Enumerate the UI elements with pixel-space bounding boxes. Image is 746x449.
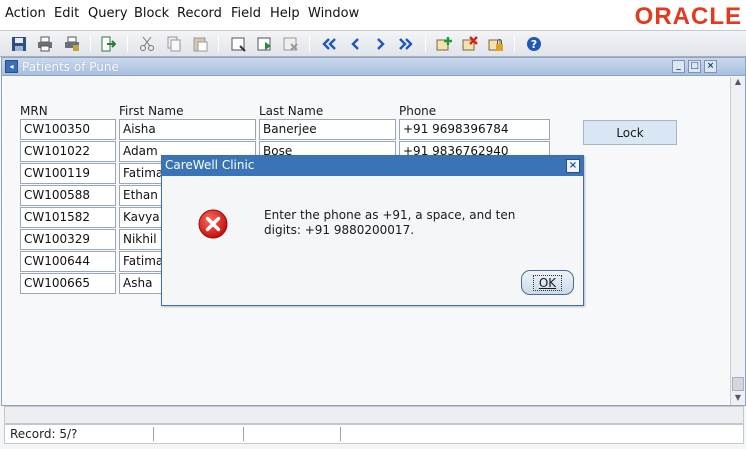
- menu-window[interactable]: Window: [308, 6, 359, 21]
- status-divider: [340, 427, 341, 441]
- column-header-phone: Phone: [399, 104, 437, 118]
- exit-icon[interactable]: [99, 35, 117, 53]
- svg-text:?: ?: [531, 38, 537, 51]
- ok-button-label: OK: [532, 274, 563, 291]
- column-header-mrn: MRN: [20, 104, 48, 118]
- minimize-icon[interactable]: _: [672, 60, 685, 73]
- window-title-bar[interactable]: ◂ Patients of Pune _ □ ×: [2, 58, 745, 76]
- toolbar: ?: [0, 30, 746, 57]
- save-icon[interactable]: [10, 35, 28, 53]
- lock-button[interactable]: Lock: [583, 120, 677, 145]
- dialog-title: CareWell Clinic: [165, 158, 255, 172]
- cut-icon[interactable]: [138, 35, 156, 53]
- delete-record-icon[interactable]: [461, 35, 479, 53]
- menu-query[interactable]: Query: [88, 6, 128, 21]
- status-bar: Record: 5/?: [4, 424, 744, 444]
- scroll-up-icon[interactable]: ▲: [731, 77, 745, 89]
- scroll-thumb[interactable]: [732, 377, 744, 391]
- menu-field[interactable]: Field: [231, 6, 261, 21]
- menu-help[interactable]: Help: [270, 6, 300, 21]
- window-menu-icon[interactable]: ◂: [5, 60, 18, 73]
- cancel-query-icon[interactable]: [282, 35, 300, 53]
- record-status: Record: 5/?: [10, 427, 78, 441]
- dialog-title-bar[interactable]: CareWell Clinic ×: [162, 156, 583, 176]
- help-icon[interactable]: ?: [525, 35, 543, 53]
- phone-field[interactable]: +91 9698396784: [399, 119, 550, 140]
- mrn-field[interactable]: CW100644: [20, 251, 116, 272]
- mrn-field[interactable]: CW100588: [20, 185, 116, 206]
- menu-record[interactable]: Record: [177, 6, 222, 21]
- mrn-field[interactable]: CW100329: [20, 229, 116, 250]
- dialog-message: Enter the phone as +91, a space, and ten…: [264, 208, 516, 237]
- last-name-field[interactable]: Banerjee: [259, 119, 396, 140]
- menu-edit[interactable]: Edit: [54, 6, 79, 21]
- insert-record-icon[interactable]: [435, 35, 453, 53]
- column-header-last-name: Last Name: [259, 104, 324, 118]
- oracle-logo: ORACLE: [634, 3, 742, 30]
- column-header-first-name: First Name: [119, 104, 184, 118]
- first-name-field[interactable]: Aisha: [119, 119, 256, 140]
- mrn-field[interactable]: CW100119: [20, 163, 116, 184]
- window-title: Patients of Pune: [22, 60, 119, 74]
- close-icon[interactable]: ×: [704, 60, 717, 73]
- menu-block[interactable]: Block: [134, 6, 169, 21]
- execute-query-icon[interactable]: [256, 35, 274, 53]
- menu-action[interactable]: Action: [5, 6, 46, 21]
- last-record-icon[interactable]: [397, 35, 415, 53]
- next-record-icon[interactable]: [372, 35, 390, 53]
- paste-icon[interactable]: [191, 35, 209, 53]
- vertical-scrollbar[interactable]: ▲ ▼: [730, 77, 745, 405]
- previous-record-icon[interactable]: [346, 35, 364, 53]
- print-setup-icon[interactable]: [63, 35, 81, 53]
- first-record-icon[interactable]: [320, 35, 338, 53]
- lock-record-icon[interactable]: [487, 35, 505, 53]
- mrn-field[interactable]: CW101022: [20, 141, 116, 162]
- mrn-field[interactable]: CW100350: [20, 119, 116, 140]
- status-divider: [243, 427, 244, 441]
- dialog-close-icon[interactable]: ×: [566, 159, 580, 173]
- enter-query-icon[interactable]: [230, 35, 248, 53]
- horizontal-scrollbar[interactable]: [4, 406, 744, 424]
- error-icon: [198, 209, 228, 239]
- mrn-field[interactable]: CW100665: [20, 273, 116, 294]
- ok-button[interactable]: OK: [521, 270, 574, 295]
- status-divider: [153, 427, 154, 441]
- mrn-field[interactable]: CW101582: [20, 207, 116, 228]
- maximize-icon[interactable]: □: [688, 60, 701, 73]
- scroll-down-icon[interactable]: ▼: [731, 393, 745, 405]
- error-dialog: CareWell Clinic × Enter the phone as +91…: [161, 155, 584, 306]
- print-icon[interactable]: [36, 35, 54, 53]
- copy-icon[interactable]: [165, 35, 183, 53]
- menu-bar: Action Edit Query Block Record Field Hel…: [0, 0, 746, 30]
